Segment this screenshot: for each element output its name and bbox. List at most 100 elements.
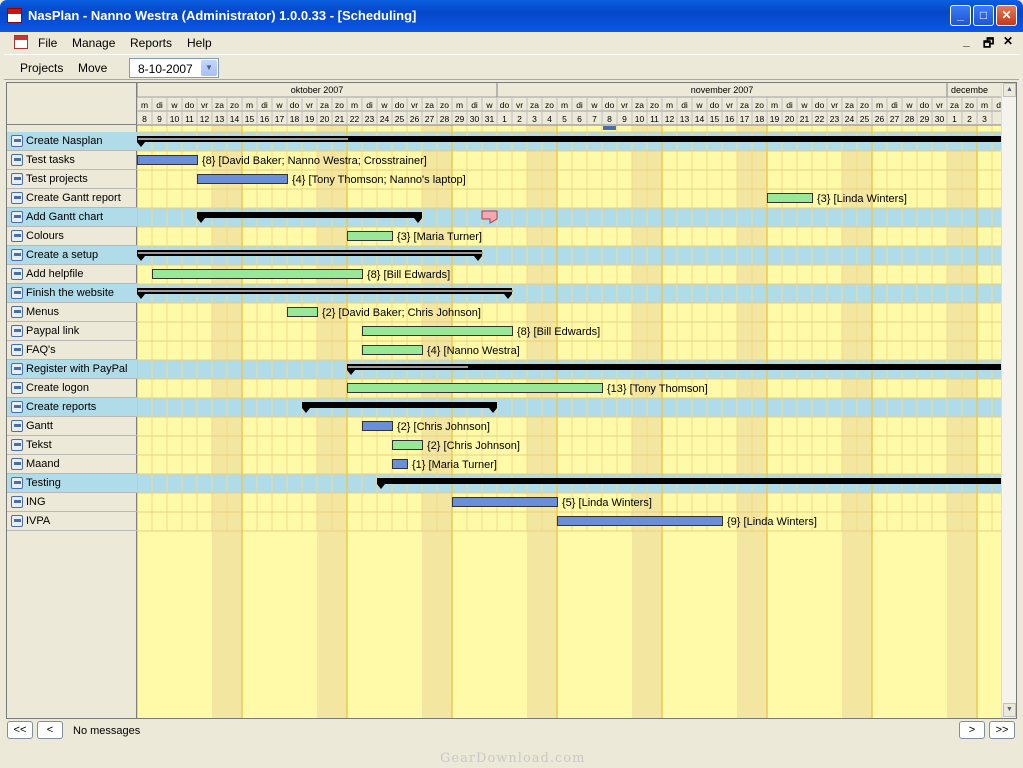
task-icon[interactable] xyxy=(11,306,23,318)
task-icon[interactable] xyxy=(11,458,23,470)
task-row[interactable]: Paypal link xyxy=(7,322,137,341)
summary-bar[interactable] xyxy=(197,212,422,218)
menu-manage[interactable]: Manage xyxy=(72,36,115,50)
task-bar[interactable] xyxy=(362,421,393,431)
task-row[interactable]: FAQ's xyxy=(7,341,137,360)
vertical-scrollbar[interactable]: ▲ ▼ xyxy=(1001,83,1016,718)
mdi-close-button[interactable]: ✕ xyxy=(1003,34,1013,48)
task-bar[interactable] xyxy=(392,440,423,450)
day-letter: zo xyxy=(440,100,449,110)
task-icon[interactable] xyxy=(11,344,23,356)
task-bar[interactable] xyxy=(287,307,318,317)
minimize-button[interactable]: _ xyxy=(950,5,971,26)
task-row[interactable]: Maand xyxy=(7,455,137,474)
scroll-down-arrow[interactable]: ▼ xyxy=(1003,703,1016,717)
menu-bar: File Manage Reports Help _ 🗗 ✕ xyxy=(4,32,1019,53)
task-bar-label: {1} [Maria Turner] xyxy=(412,459,497,471)
task-row[interactable]: Add helpfile xyxy=(7,265,137,284)
app-icon[interactable] xyxy=(7,8,22,23)
task-icon[interactable] xyxy=(11,477,23,489)
task-icon[interactable] xyxy=(11,268,23,280)
gantt-canvas[interactable]: oktober 2007 november 2007 decembem8di9w10… xyxy=(137,83,1001,718)
task-row[interactable]: Colours xyxy=(7,227,137,246)
task-row[interactable]: Create logon xyxy=(7,379,137,398)
task-icon[interactable] xyxy=(11,287,23,299)
gantt-chart[interactable]: oktober 2007 november 2007 decembe m 8 di 9 w 10… xyxy=(137,83,1001,718)
mdi-restore-button[interactable]: 🗗 xyxy=(983,34,994,55)
task-icon[interactable] xyxy=(11,173,23,185)
day-letter: za xyxy=(635,100,644,110)
task-row[interactable]: Register with PayPal xyxy=(7,360,137,379)
day-number: 8 xyxy=(607,114,612,124)
task-bar[interactable] xyxy=(347,383,603,393)
task-bar[interactable] xyxy=(362,345,423,355)
task-icon[interactable] xyxy=(11,420,23,432)
first-button[interactable]: << xyxy=(7,721,33,739)
day-letter: di xyxy=(156,100,163,110)
mdi-minimize-button[interactable]: _ xyxy=(963,34,970,48)
task-bar[interactable] xyxy=(152,269,363,279)
summary-bar[interactable] xyxy=(377,478,1001,484)
day-letter: do xyxy=(290,100,300,110)
task-icon[interactable] xyxy=(11,135,23,147)
task-icon[interactable] xyxy=(11,401,23,413)
task-row[interactable]: Finish the website xyxy=(7,284,137,303)
task-bar[interactable] xyxy=(557,516,723,526)
menu-file[interactable]: File xyxy=(38,36,57,50)
task-name: Test projects xyxy=(26,173,88,185)
task-icon[interactable] xyxy=(11,192,23,204)
task-name: Register with PayPal xyxy=(26,363,128,375)
day-number: 15 xyxy=(710,114,720,124)
task-row[interactable]: IVPA xyxy=(7,512,137,531)
task-icon[interactable] xyxy=(11,496,23,508)
day-letter: w xyxy=(695,100,703,110)
task-icon[interactable] xyxy=(11,515,23,527)
document-icon[interactable] xyxy=(14,35,28,49)
menu-help[interactable]: Help xyxy=(187,36,212,50)
task-bar[interactable] xyxy=(362,326,513,336)
day-number: 15 xyxy=(245,114,255,124)
day-letter: vr xyxy=(201,100,208,110)
task-row[interactable]: Create Nasplan xyxy=(7,132,137,151)
maximize-button[interactable]: □ xyxy=(973,5,994,26)
task-bar[interactable] xyxy=(767,193,813,203)
task-row[interactable]: Add Gantt chart xyxy=(7,208,137,227)
task-icon[interactable] xyxy=(11,325,23,337)
task-bar[interactable] xyxy=(452,497,558,507)
task-icon[interactable] xyxy=(11,363,23,375)
next-button[interactable]: > xyxy=(959,721,985,739)
task-bar[interactable] xyxy=(392,459,408,469)
task-row[interactable]: Test tasks xyxy=(7,151,137,170)
task-row[interactable]: Test projects xyxy=(7,170,137,189)
task-icon[interactable] xyxy=(11,211,23,223)
summary-bar[interactable] xyxy=(302,402,497,408)
task-icon[interactable] xyxy=(11,154,23,166)
task-bar[interactable] xyxy=(137,155,198,165)
day-number: 26 xyxy=(875,114,885,124)
projects-button[interactable]: Projects xyxy=(20,61,63,75)
task-icon[interactable] xyxy=(11,382,23,394)
date-picker[interactable]: 8-10-2007 ▼ xyxy=(129,58,219,78)
task-bar[interactable] xyxy=(197,174,288,184)
move-button[interactable]: Move xyxy=(78,61,107,75)
task-row[interactable]: Create reports xyxy=(7,398,137,417)
task-icon[interactable] xyxy=(11,230,23,242)
task-row[interactable]: Create a setup xyxy=(7,246,137,265)
task-row[interactable]: Gantt xyxy=(7,417,137,436)
last-button[interactable]: >> xyxy=(989,721,1015,739)
task-name: FAQ's xyxy=(26,344,56,356)
task-row[interactable]: Tekst xyxy=(7,436,137,455)
task-row[interactable]: ING xyxy=(7,493,137,512)
task-bar[interactable] xyxy=(347,231,393,241)
chevron-down-icon[interactable]: ▼ xyxy=(201,60,217,76)
task-row[interactable]: Menus xyxy=(7,303,137,322)
close-button[interactable]: ✕ xyxy=(996,5,1017,26)
task-icon[interactable] xyxy=(11,249,23,261)
scroll-up-arrow[interactable]: ▲ xyxy=(1003,83,1016,97)
previous-button[interactable]: < xyxy=(37,721,63,739)
task-icon[interactable] xyxy=(11,439,23,451)
task-row[interactable]: Testing xyxy=(7,474,137,493)
task-row[interactable]: Create Gantt report xyxy=(7,189,137,208)
menu-reports[interactable]: Reports xyxy=(130,36,172,50)
day-number: 25 xyxy=(395,114,405,124)
